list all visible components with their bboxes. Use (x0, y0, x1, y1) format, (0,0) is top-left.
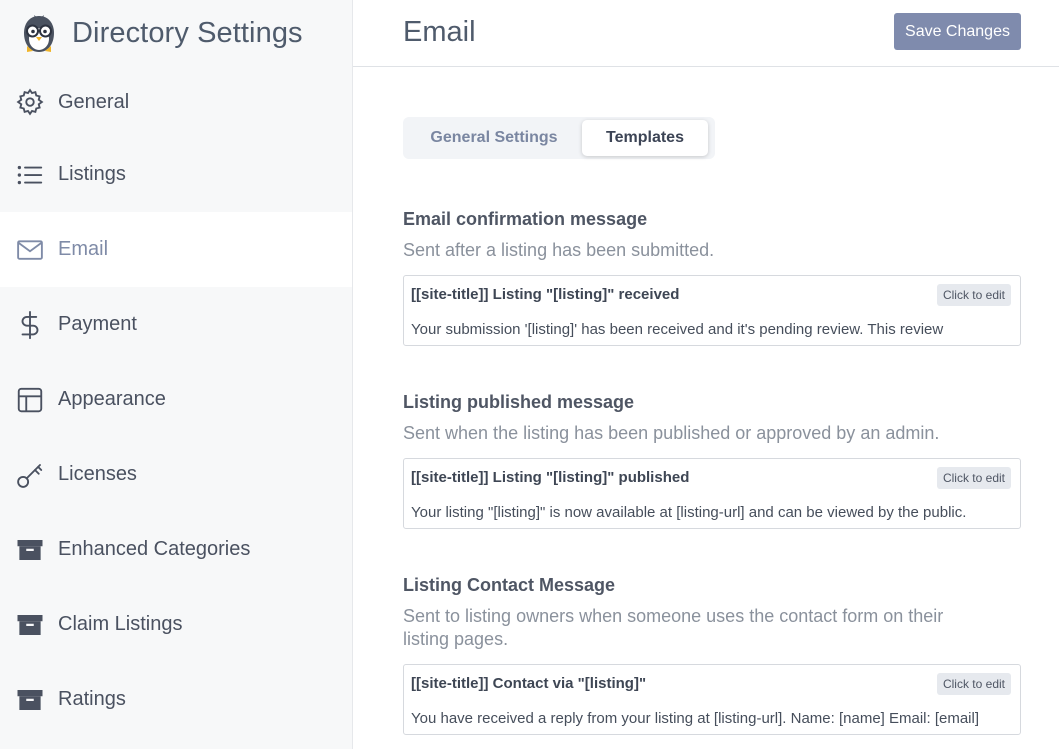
tab-general-settings[interactable]: General Settings (406, 120, 582, 156)
sidebar-item-label: Payment (58, 313, 137, 335)
sidebar-item-payment[interactable]: Payment (0, 287, 352, 362)
gear-icon (14, 86, 46, 118)
template-body: Your listing "[listing]" is now availabl… (411, 504, 967, 521)
archive-icon (14, 609, 46, 641)
template-section-published: Listing published message Sent when the … (403, 392, 1021, 529)
sidebar-item-label: Email (58, 238, 109, 260)
dollar-icon (14, 309, 46, 341)
sidebar-item-ratings[interactable]: Ratings (0, 662, 352, 737)
main-content: General Settings Templates Email confirm… (403, 67, 1021, 749)
sidebar-item-label: Licenses (58, 463, 137, 485)
penguin-logo-icon (24, 14, 54, 52)
section-title: Listing published message (403, 392, 635, 412)
section-title: Email confirmation message (403, 209, 648, 229)
sidebar-item-enhanced-categories[interactable]: Enhanced Categories (0, 512, 352, 587)
template-subject: [[site-title]] Listing "[listing]" recei… (411, 286, 680, 303)
click-to-edit-badge[interactable]: Click to edit (936, 467, 1011, 489)
section-description: Sent after a listing has been submitted. (403, 240, 715, 260)
sidebar-item-label: Enhanced Categories (58, 538, 251, 560)
template-section-contact: Listing Contact Message Sent to listing … (403, 575, 1021, 735)
template-subject: [[site-title]] Listing "[listing]" publi… (411, 469, 690, 486)
template-editor[interactable]: [[site-title]] Listing "[listing]" recei… (403, 275, 1021, 346)
tab-templates[interactable]: Templates (582, 120, 708, 156)
list-icon (14, 159, 46, 191)
section-description: Sent to listing owners when someone uses… (403, 606, 944, 649)
sidebar-item-label: General (58, 90, 130, 113)
sidebar-item-listings[interactable]: Listings (0, 137, 352, 212)
sidebar-item-claim-listings[interactable]: Claim Listings (0, 587, 352, 662)
template-body: Your submission '[listing]' has been rec… (411, 321, 944, 338)
key-icon (14, 459, 46, 491)
archive-icon (14, 684, 46, 716)
save-changes-button[interactable]: Save Changes (894, 13, 1021, 50)
click-to-edit-badge[interactable]: Click to edit (936, 673, 1011, 695)
sidebar: Directory Settings General Listings Emai… (0, 0, 353, 749)
archive-icon (14, 534, 46, 566)
brand: Directory Settings (0, 0, 352, 67)
section-title: Listing Contact Message (403, 575, 616, 595)
sidebar-item-label: Ratings (58, 688, 126, 710)
sidebar-item-appearance[interactable]: Appearance (0, 362, 352, 437)
sidebar-item-label: Appearance (58, 388, 166, 410)
template-section-confirmation: Email confirmation message Sent after a … (403, 209, 1021, 346)
template-editor[interactable]: [[site-title]] Listing "[listing]" publi… (403, 458, 1021, 529)
sidebar-item-label: Listings (58, 163, 126, 185)
app-title: Directory Settings (72, 17, 303, 49)
sidebar-item-label: Claim Listings (58, 613, 183, 635)
settings-tabs: General Settings Templates (403, 117, 715, 159)
template-body: You have received a reply from your list… (411, 710, 980, 727)
layout-icon (14, 384, 46, 416)
sidebar-nav: General Listings Email Payment Appearanc… (0, 67, 352, 737)
template-subject: [[site-title]] Contact via "[listing]" (411, 675, 647, 692)
template-editor[interactable]: [[site-title]] Contact via "[listing]" C… (403, 664, 1021, 735)
section-description: Sent when the listing has been published… (403, 423, 940, 443)
page-title: Email (403, 16, 476, 48)
page-header: Email Save Changes (353, 0, 1059, 67)
envelope-icon (14, 234, 46, 266)
sidebar-item-general[interactable]: General (0, 67, 352, 137)
sidebar-item-licenses[interactable]: Licenses (0, 437, 352, 512)
sidebar-item-email[interactable]: Email (0, 212, 352, 287)
click-to-edit-badge[interactable]: Click to edit (936, 284, 1011, 306)
